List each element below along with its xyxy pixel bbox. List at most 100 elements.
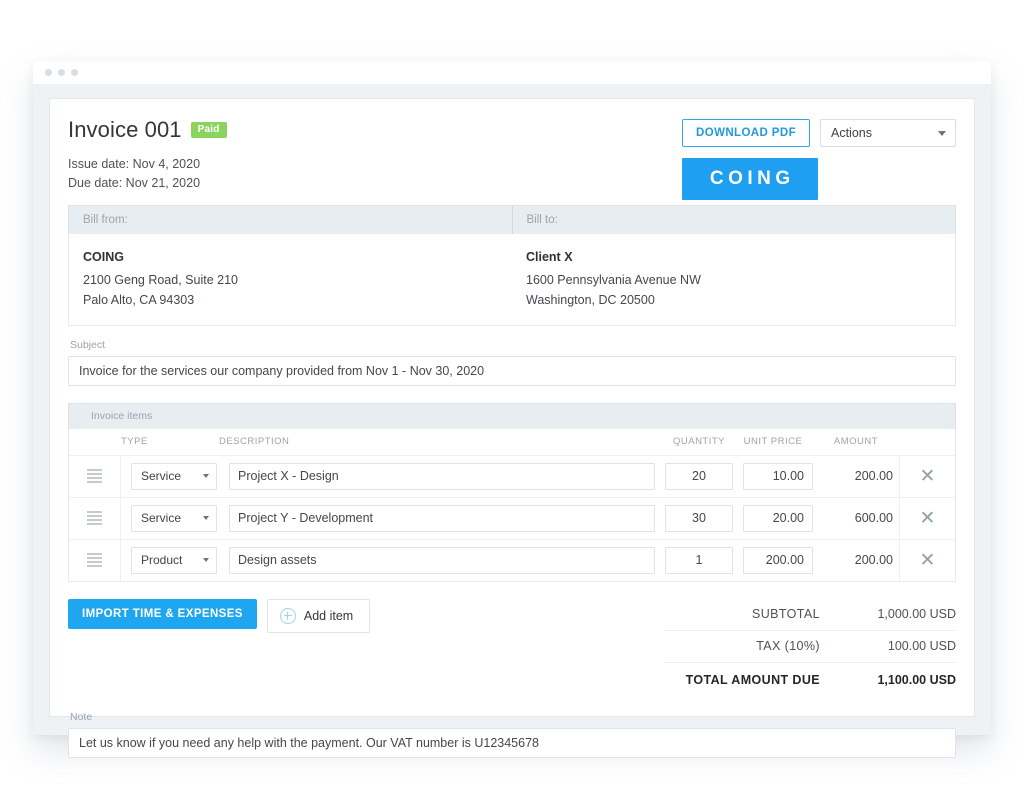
actions-and-totals: IMPORT TIME & EXPENSES Add item SUBTOTAL… [68,599,956,697]
tax-label: TAX (10%) [756,639,820,653]
row-delete-cell[interactable]: ✕ [899,498,955,539]
page-title: Invoice 001 [68,117,182,143]
close-icon[interactable]: ✕ [920,467,936,486]
note-input[interactable]: Let us know if you need any help with th… [68,728,956,758]
row-drag-cell[interactable] [69,540,121,581]
quantity-input[interactable]: 20 [665,463,733,490]
unit-price-input[interactable]: 20.00 [743,505,813,532]
type-dropdown[interactable]: Product [131,547,217,574]
invoice-card: Invoice 001 Paid Issue date: Nov 4, 2020… [49,98,975,717]
column-header-unit-price: UNIT PRICE [733,436,813,447]
invoice-items-section: Invoice items TYPE DESCRIPTION QUANTITY … [68,403,956,582]
bill-to-block: Client X 1600 Pennsylvania Avenue NW Was… [512,250,955,311]
total-amount-due-value: 1,100.00 USD [846,673,956,687]
close-icon[interactable]: ✕ [920,509,936,528]
invoice-items-label: Invoice items [68,403,956,429]
amount-value: 600.00 [855,511,893,525]
column-header-amount: AMOUNT [813,436,899,447]
header-delete-spacer [899,429,955,455]
bill-from-block: COING 2100 Geng Road, Suite 210 Palo Alt… [69,250,512,311]
type-dropdown-label: Service [141,511,181,525]
row-amount-cell: 600.00 [813,509,899,527]
row-quantity-cell: 1 [665,547,733,574]
header-right-controls: DOWNLOAD PDF Actions COING [682,119,956,200]
unit-price-input[interactable]: 200.00 [743,547,813,574]
drag-handle-icon[interactable] [87,511,102,525]
totals-section: SUBTOTAL 1,000.00 USD TAX (10%) 100.00 U… [664,599,956,697]
table-row: Service Project Y - Development 30 [69,498,955,540]
row-delete-cell[interactable]: ✕ [899,540,955,581]
row-type-cell: Service [121,463,217,490]
company-logo: COING [682,158,818,200]
bill-to-line2: Washington, DC 20500 [526,290,955,310]
row-delete-cell[interactable]: ✕ [899,456,955,497]
bill-from-label: Bill from: [69,206,512,234]
status-badge: Paid [191,122,227,138]
row-description-cell: Project X - Design [217,463,665,490]
bill-to-label: Bill to: [512,206,956,234]
row-drag-cell[interactable] [69,456,121,497]
subtotal-value: 1,000.00 USD [846,607,956,621]
type-dropdown-label: Service [141,469,181,483]
actions-dropdown[interactable]: Actions [820,119,956,147]
subject-label: Subject [70,339,956,351]
bill-from-name: COING [83,250,512,264]
row-amount-cell: 200.00 [813,467,899,485]
chevron-down-icon [203,474,209,478]
amount-value: 200.00 [855,553,893,567]
tax-row: TAX (10%) 100.00 USD [664,631,956,663]
bill-to-name: Client X [526,250,955,264]
row-unit-price-cell: 20.00 [733,505,813,532]
drag-handle-icon[interactable] [87,469,102,483]
bill-from-line1: 2100 Geng Road, Suite 210 [83,270,512,290]
browser-titlebar [33,61,991,84]
chevron-down-icon [203,516,209,520]
plus-circle-icon [280,608,296,624]
bill-to-line1: 1600 Pennsylvania Avenue NW [526,270,955,290]
row-type-cell: Service [121,505,217,532]
row-description-cell: Design assets [217,547,665,574]
column-header-quantity: QUANTITY [665,436,733,447]
screenshot-root: Invoice 001 Paid Issue date: Nov 4, 2020… [0,0,1024,798]
window-dot-close[interactable] [45,69,52,76]
bill-body: COING 2100 Geng Road, Suite 210 Palo Alt… [68,234,956,326]
header-buttons: DOWNLOAD PDF Actions [682,119,956,147]
quantity-input[interactable]: 1 [665,547,733,574]
type-dropdown[interactable]: Service [131,505,217,532]
add-item-label: Add item [304,609,353,623]
row-description-cell: Project Y - Development [217,505,665,532]
add-item-button[interactable]: Add item [267,599,370,633]
bill-from-line2: Palo Alto, CA 94303 [83,290,512,310]
download-pdf-button[interactable]: DOWNLOAD PDF [682,119,810,147]
description-input[interactable]: Project Y - Development [229,505,655,532]
subtotal-row: SUBTOTAL 1,000.00 USD [664,599,956,631]
row-drag-cell[interactable] [69,498,121,539]
description-input[interactable]: Design assets [229,547,655,574]
amount-value: 200.00 [855,469,893,483]
drag-handle-icon[interactable] [87,553,102,567]
window-dot-maximize[interactable] [71,69,78,76]
column-header-description: DESCRIPTION [217,436,665,447]
unit-price-input[interactable]: 10.00 [743,463,813,490]
quantity-input[interactable]: 30 [665,505,733,532]
row-quantity-cell: 30 [665,505,733,532]
description-input[interactable]: Project X - Design [229,463,655,490]
column-header-type: TYPE [121,436,217,447]
type-dropdown-label: Product [141,553,182,567]
subject-input[interactable]: Invoice for the services our company pro… [68,356,956,386]
header-handle-spacer [69,429,121,455]
close-icon[interactable]: ✕ [920,551,936,570]
row-unit-price-cell: 200.00 [733,547,813,574]
invoice-items-table: TYPE DESCRIPTION QUANTITY UNIT PRICE AMO… [68,429,956,582]
window-dot-minimize[interactable] [58,69,65,76]
table-header-row: TYPE DESCRIPTION QUANTITY UNIT PRICE AMO… [69,429,955,456]
row-unit-price-cell: 10.00 [733,463,813,490]
chevron-down-icon [203,558,209,562]
type-dropdown[interactable]: Service [131,463,217,490]
item-action-buttons: IMPORT TIME & EXPENSES Add item [68,599,370,697]
browser-content-area: Invoice 001 Paid Issue date: Nov 4, 2020… [33,84,991,735]
subtotal-label: SUBTOTAL [752,607,820,621]
browser-window: Invoice 001 Paid Issue date: Nov 4, 2020… [33,61,991,735]
import-time-expenses-button[interactable]: IMPORT TIME & EXPENSES [68,599,257,629]
tax-value: 100.00 USD [846,639,956,653]
